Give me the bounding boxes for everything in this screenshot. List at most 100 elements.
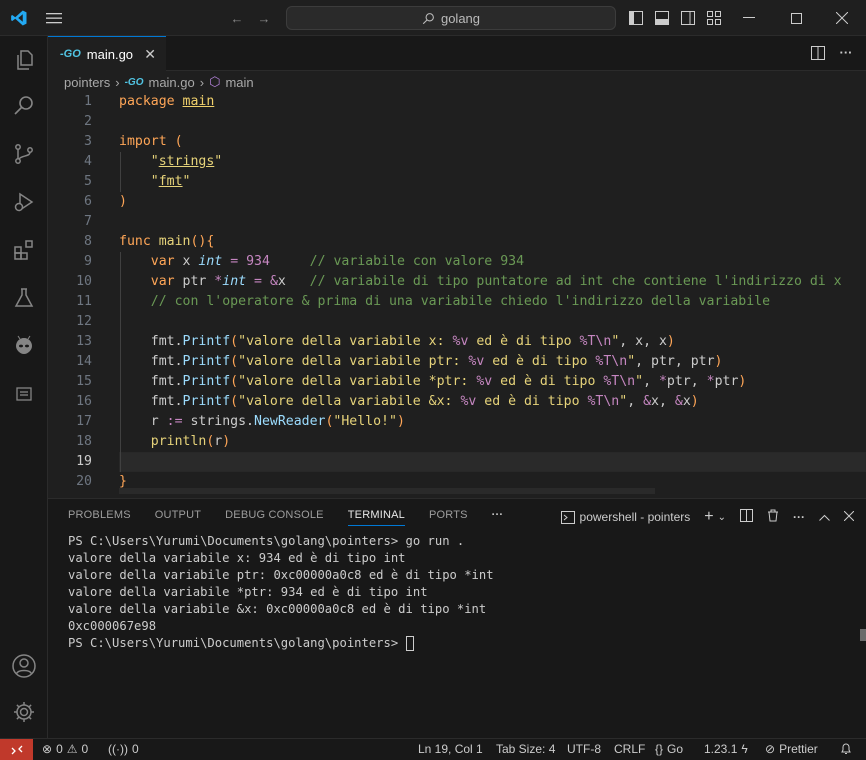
alien-extension-icon[interactable]	[0, 324, 48, 368]
status-bar: ⊗ 0 ⚠ 0 ((·)) 0 Ln 19, Col 1 Tab Size: 4 UT…	[0, 738, 866, 760]
braces-icon: {}	[655, 742, 664, 756]
testing-flask-icon[interactable]	[0, 276, 48, 320]
prettier-status[interactable]: ⊘ Prettier	[765, 742, 818, 756]
panel-tabs: PROBLEMS OUTPUT DEBUG CONSOLE TERMINAL P…	[68, 509, 503, 526]
toggle-secondary-sidebar-icon[interactable]	[680, 10, 696, 26]
breadcrumb-folder[interactable]: pointers	[64, 75, 110, 90]
code-line: 9 var x int = 934 // variabile con valor…	[84, 254, 525, 269]
code-line: 15 fmt.Printf("valore della variabile *p…	[76, 374, 747, 389]
toggle-primary-sidebar-icon[interactable]	[628, 10, 644, 26]
go-version[interactable]: 1.23.1 ϟ	[704, 742, 748, 756]
code-line: 1 package main	[84, 94, 215, 109]
cursor-position[interactable]: Ln 19, Col 1	[418, 742, 483, 756]
panel-list-icon[interactable]	[0, 372, 48, 416]
code-line: 17 r := strings.NewReader("Hello!")	[76, 414, 405, 429]
tab-ports[interactable]: PORTS	[429, 509, 468, 526]
command-center-search[interactable]: golang	[286, 6, 616, 30]
tab-main-go[interactable]: -GO main.go ✕	[48, 36, 166, 71]
line-ending[interactable]: CRLF	[614, 742, 645, 756]
symbol-method-icon: ⬡	[209, 74, 221, 89]
code-editor[interactable]: 1 package main 2 3 import ( 4 "strings" 5 …	[48, 92, 866, 495]
go-file-icon: -GO	[60, 48, 81, 60]
terminal-selector[interactable]: powershell - pointers	[560, 510, 691, 524]
more-actions-icon[interactable]: ···	[838, 44, 854, 60]
close-window-icon[interactable]	[834, 10, 850, 26]
terminal-line: valore della variabile x: 934 ed è di ti…	[68, 551, 406, 565]
explorer-icon[interactable]	[0, 38, 48, 82]
code-line: 5 "fmt"	[84, 174, 191, 189]
tab-size[interactable]: Tab Size: 4	[496, 742, 555, 756]
more-actions-icon[interactable]: ···	[793, 510, 805, 524]
search-icon	[422, 12, 434, 24]
tab-debug-console[interactable]: DEBUG CONSOLE	[225, 509, 324, 526]
terminal-cursor	[405, 636, 414, 651]
tab-label: main.go	[86, 46, 134, 62]
terminal-icon	[560, 510, 575, 524]
extensions-icon[interactable]	[0, 228, 48, 272]
search-text: golang	[440, 10, 481, 26]
source-control-icon[interactable]	[0, 132, 48, 176]
code-line: 14 fmt.Printf("valore della variabile pt…	[76, 354, 723, 369]
terminal-line: valore della variabile *ptr: 934 ed è di…	[68, 585, 428, 599]
encoding[interactable]: UTF-8	[567, 742, 601, 756]
forward-arrow-icon[interactable]: →	[255, 10, 273, 26]
code-line: 4 "strings"	[84, 154, 223, 169]
horizontal-scrollbar[interactable]	[119, 488, 655, 494]
terminal-line: valore della variabile &x: 0xc00000a0c8 …	[68, 602, 487, 616]
code-line: 8 func main(){	[84, 234, 215, 249]
breadcrumb-file[interactable]: main.go	[148, 75, 194, 90]
tab-problems[interactable]: PROBLEMS	[68, 509, 131, 526]
notifications-bell-icon[interactable]	[840, 742, 852, 755]
code-line: 11 // con l'operatore & prima di una var…	[76, 294, 771, 309]
trash-icon[interactable]	[767, 509, 779, 525]
error-icon: ⊗	[42, 742, 53, 756]
prettier-icon: ⊘	[765, 742, 776, 756]
terminal-line: PS C:\Users\Yurumi\Documents\golang\poin…	[68, 534, 465, 548]
search-icon[interactable]	[0, 84, 48, 128]
bottom-panel: PROBLEMS OUTPUT DEBUG CONSOLE TERMINAL P…	[48, 498, 866, 738]
panel-actions: powershell - pointers + ⌄ ···	[560, 508, 855, 526]
code-line: 16 fmt.Printf("valore della variabile &x…	[76, 394, 699, 409]
title-bar: ← → golang	[0, 0, 866, 36]
terminal-name: powershell - pointers	[579, 510, 691, 524]
new-terminal-icon[interactable]: +	[704, 508, 713, 526]
remote-icon	[11, 745, 22, 755]
split-terminal-icon[interactable]	[740, 509, 753, 525]
tab-output[interactable]: OUTPUT	[155, 509, 201, 526]
settings-gear-icon[interactable]	[0, 690, 48, 734]
code-line: 13 fmt.Printf("valore della variabile x:…	[76, 334, 675, 349]
split-editor-icon[interactable]	[810, 45, 826, 61]
menu-icon[interactable]	[44, 10, 64, 26]
go-file-icon: -GO	[124, 76, 144, 88]
back-arrow-icon[interactable]: ←	[228, 10, 246, 26]
broadcast-icon: ((·))	[108, 742, 128, 756]
toggle-panel-icon[interactable]	[654, 10, 670, 26]
chevron-down-icon[interactable]: ⌄	[718, 512, 726, 523]
breadcrumb-symbol[interactable]: main	[225, 75, 253, 90]
minimize-icon[interactable]	[741, 10, 757, 26]
code-line-active: 19	[76, 454, 92, 469]
chevron-right-icon: ›	[115, 74, 120, 90]
maximize-icon[interactable]	[788, 10, 804, 26]
terminal-output[interactable]: PS C:\Users\Yurumi\Documents\golang\poin…	[68, 533, 494, 652]
close-panel-icon[interactable]	[843, 510, 855, 524]
account-icon[interactable]	[0, 644, 48, 688]
lightning-icon: ϟ	[741, 742, 748, 756]
language-mode[interactable]: {} Go	[655, 742, 683, 756]
editor-tabs: -GO main.go ✕ ···	[48, 36, 866, 71]
ports-status[interactable]: ((·)) 0	[108, 742, 139, 756]
code-line: 10 var ptr *int = &x // variabile di tip…	[76, 274, 842, 289]
problems-status[interactable]: ⊗ 0 ⚠ 0	[42, 742, 88, 756]
terminal-scrollbar[interactable]	[860, 629, 866, 641]
terminal-line: 0xc000067e98	[68, 619, 157, 633]
maximize-panel-icon[interactable]	[819, 510, 830, 524]
customize-layout-icon[interactable]	[706, 10, 722, 26]
code-line: 6)	[84, 194, 127, 209]
chevron-right-icon: ›	[199, 74, 205, 90]
run-debug-icon[interactable]	[0, 180, 48, 224]
close-tab-icon[interactable]: ✕	[144, 46, 156, 63]
remote-indicator[interactable]	[0, 739, 33, 760]
tab-terminal[interactable]: TERMINAL	[347, 509, 405, 526]
code-line: 7	[84, 214, 92, 229]
more-panels-icon[interactable]: ···	[492, 509, 504, 526]
